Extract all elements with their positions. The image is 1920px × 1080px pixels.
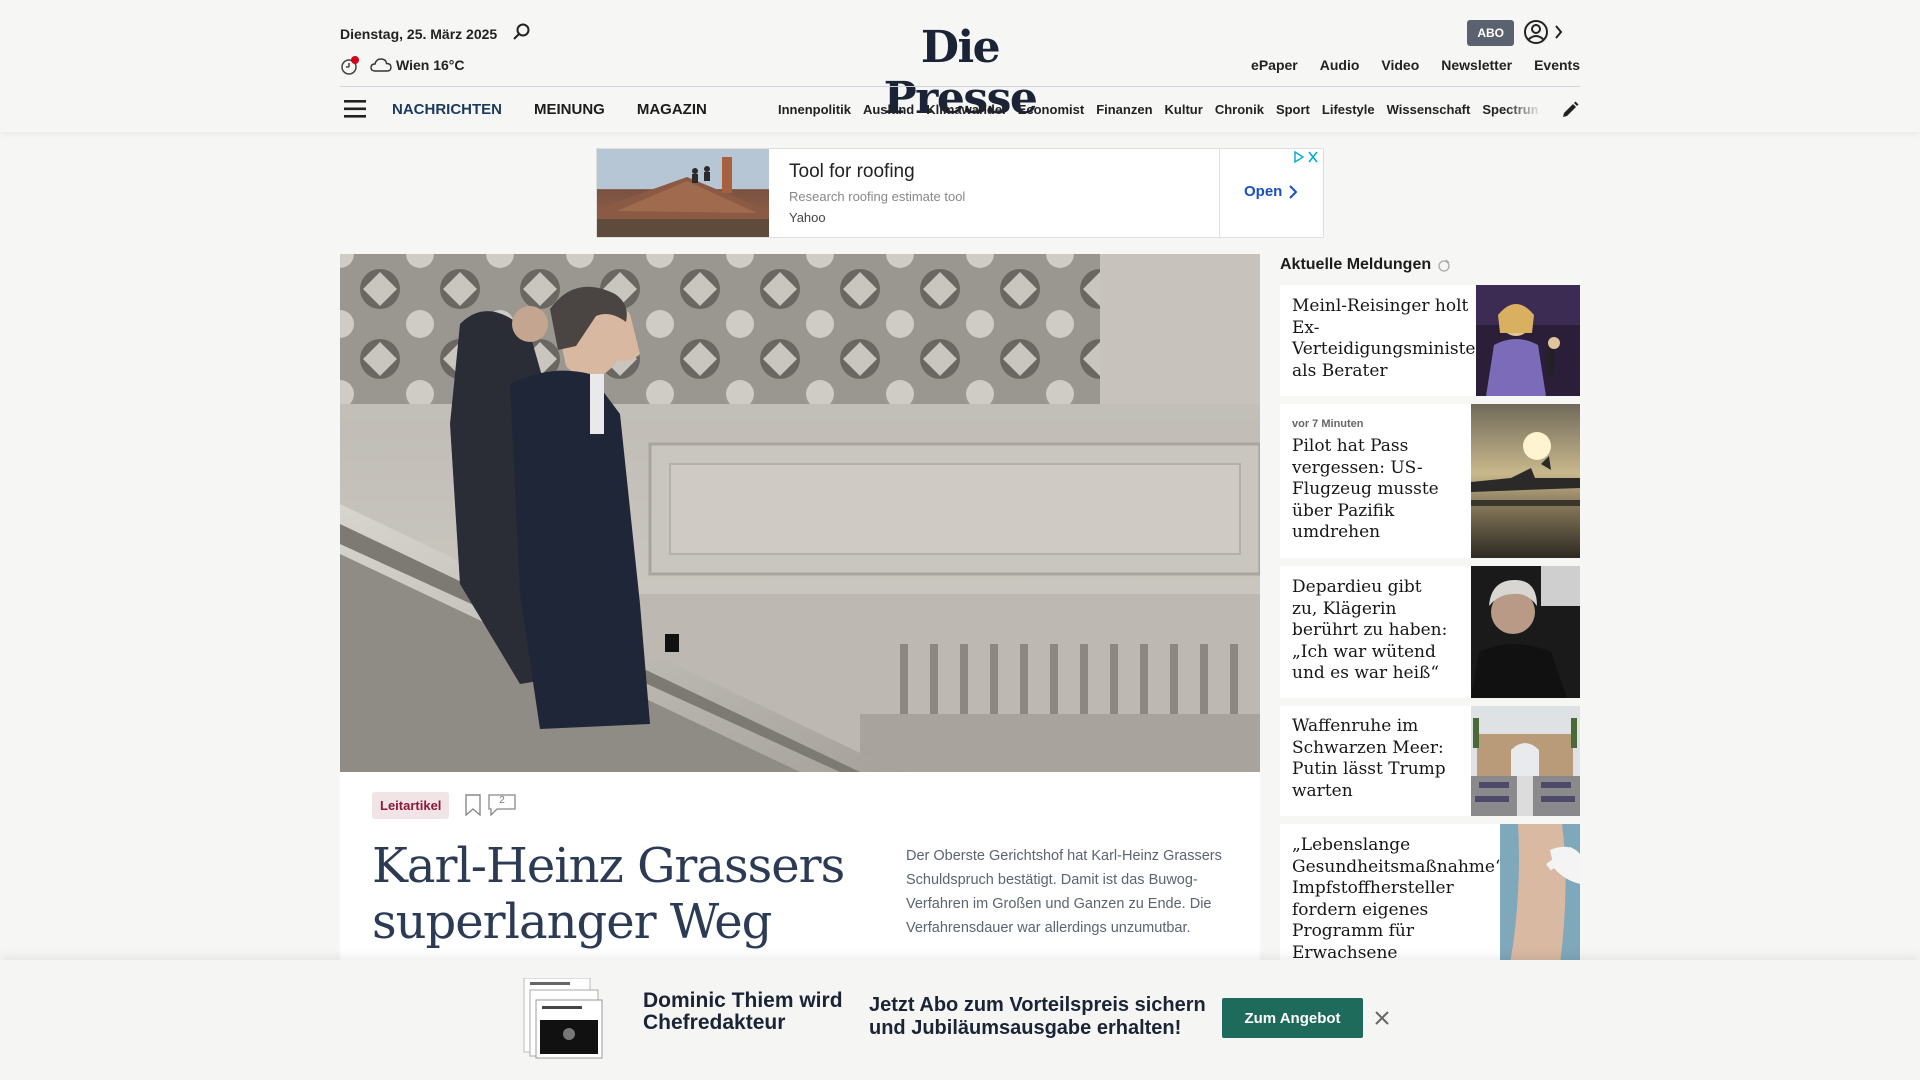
ad-subtitle: Research roofing estimate tool (789, 189, 966, 204)
nav-innenpolitik[interactable]: Innenpolitik (778, 102, 851, 117)
newspaper-stack-image (523, 978, 603, 1059)
news-card[interactable]: vor 7 Minuten Pilot hat Pass vergessen: … (1280, 404, 1580, 558)
chevron-right-icon (1289, 184, 1298, 199)
nav-chronik[interactable]: Chronik (1215, 102, 1264, 117)
weather-text: Wien 16°C (396, 57, 465, 73)
main-nav: NACHRICHTEN MEINUNG MAGAZIN (392, 101, 707, 118)
news-headline[interactable]: Waffenruhe im Schwarzen Meer: Putin läss… (1292, 716, 1452, 802)
ad-banner[interactable]: Tool for roofing Research roofing estima… (596, 148, 1324, 238)
promo-text: Jetzt Abo zum Vorteilspreis sichern und … (869, 994, 1206, 1039)
lead-teaser: Der Oberste Gerichtshof hat Karl-Heinz G… (906, 848, 1222, 936)
subscription-promo-bar: Dominic Thiem wird Chefredakteur Jetzt A… (0, 960, 1920, 1080)
comment-count: 2 (499, 795, 505, 806)
news-thumb-palace (1471, 706, 1580, 816)
current-date: Dienstag, 25. März 2025 (340, 26, 498, 42)
nav-sport[interactable]: Sport (1276, 102, 1310, 117)
lead-article[interactable]: Leitartikel 2 Karl-Heinz Grassers superl… (340, 254, 1260, 1080)
nav-finanzen[interactable]: Finanzen (1096, 102, 1152, 117)
news-headline[interactable]: Meinl-Reisinger holt Ex-Verteidigungsmin… (1292, 296, 1484, 382)
header-divider (340, 86, 1580, 87)
ad-source: Yahoo (789, 210, 826, 225)
news-headline[interactable]: Depardieu gibt zu, Klägerin berührt zu h… (1292, 577, 1452, 685)
pencil-icon[interactable] (1560, 100, 1580, 120)
cloud-icon (370, 58, 392, 72)
nav-lifestyle[interactable]: Lifestyle (1322, 102, 1375, 117)
link-video[interactable]: Video (1381, 57, 1419, 73)
news-card[interactable]: „Lebenslange Gesundheitsmaßnahme“: Impfs… (1280, 824, 1580, 964)
ad-divider (1219, 149, 1220, 237)
link-audio[interactable]: Audio (1320, 57, 1360, 73)
weather-widget[interactable]: Wien 16°C (370, 57, 465, 73)
nav-meinung[interactable]: MEINUNG (534, 101, 605, 118)
ad-title[interactable]: Tool for roofing (789, 161, 915, 183)
link-newsletter[interactable]: Newsletter (1441, 57, 1512, 73)
ad-open-button[interactable]: Open (1244, 183, 1298, 200)
search-icon[interactable] (512, 22, 532, 42)
news-time: vor 7 Minuten (1292, 418, 1364, 430)
lead-headline[interactable]: Karl-Heinz Grassers superlanger Weg (372, 838, 872, 950)
hamburger-menu-icon[interactable] (344, 98, 368, 120)
lead-article-image[interactable] (340, 254, 1260, 772)
live-pulse-icon (1438, 259, 1450, 272)
news-thumb-portrait (1471, 566, 1580, 698)
article-tag[interactable]: Leitartikel (372, 792, 450, 819)
promo-cta-button[interactable]: Zum Angebot (1222, 998, 1363, 1038)
ad-image-roof (597, 149, 769, 237)
news-card[interactable]: Depardieu gibt zu, Klägerin berührt zu h… (1280, 566, 1580, 698)
news-card[interactable]: Waffenruhe im Schwarzen Meer: Putin läss… (1280, 706, 1580, 816)
abo-button[interactable]: ABO (1467, 20, 1514, 46)
nav-ausland[interactable]: Ausland (863, 102, 914, 117)
nav-magazin[interactable]: MAGAZIN (637, 101, 707, 118)
ad-choices-icon[interactable] (1291, 149, 1321, 165)
close-icon[interactable] (1372, 1008, 1392, 1028)
ad-open-label: Open (1244, 183, 1283, 200)
nav-klimawandel[interactable]: Klimawandel (926, 102, 1005, 117)
section-nav: Innenpolitik Ausland Klimawandel Economi… (778, 102, 1538, 117)
news-card[interactable]: Meinl-Reisinger holt Ex-Verteidigungsmin… (1280, 285, 1580, 396)
news-thumb-vaccine (1500, 824, 1580, 964)
latest-news-heading: Aktuelle Meldungen (1280, 256, 1451, 274)
news-headline[interactable]: Pilot hat Pass vergessen: US-Flugzeug mu… (1292, 436, 1452, 544)
nav-wissenschaft[interactable]: Wissenschaft (1387, 102, 1471, 117)
link-events[interactable]: Events (1534, 57, 1580, 73)
nav-nachrichten[interactable]: NACHRICHTEN (392, 101, 502, 118)
notification-clock-icon[interactable] (340, 56, 360, 76)
nav-kultur[interactable]: Kultur (1165, 102, 1203, 117)
top-links: ePaper Audio Video Newsletter Events (1251, 57, 1580, 73)
site-header: Dienstag, 25. März 2025 Wien 16°C Die Pr… (0, 0, 1920, 132)
bookmark-icon[interactable] (464, 794, 482, 816)
news-thumb-speaker (1476, 285, 1580, 396)
nav-spectrum[interactable]: Spectrum (1482, 102, 1538, 117)
link-epaper[interactable]: ePaper (1251, 57, 1298, 73)
promo-heading: Dominic Thiem wird Chefredakteur (643, 989, 843, 1034)
nav-economist[interactable]: Economist (1018, 102, 1084, 117)
latest-news-title: Aktuelle Meldungen (1280, 256, 1432, 273)
comments-button[interactable]: 2 (488, 794, 516, 816)
news-thumb-airplanes (1471, 404, 1580, 558)
news-headline[interactable]: „Lebenslange Gesundheitsmaßnahme“: Impfs… (1292, 835, 1509, 964)
user-account-icon[interactable] (1516, 18, 1564, 46)
